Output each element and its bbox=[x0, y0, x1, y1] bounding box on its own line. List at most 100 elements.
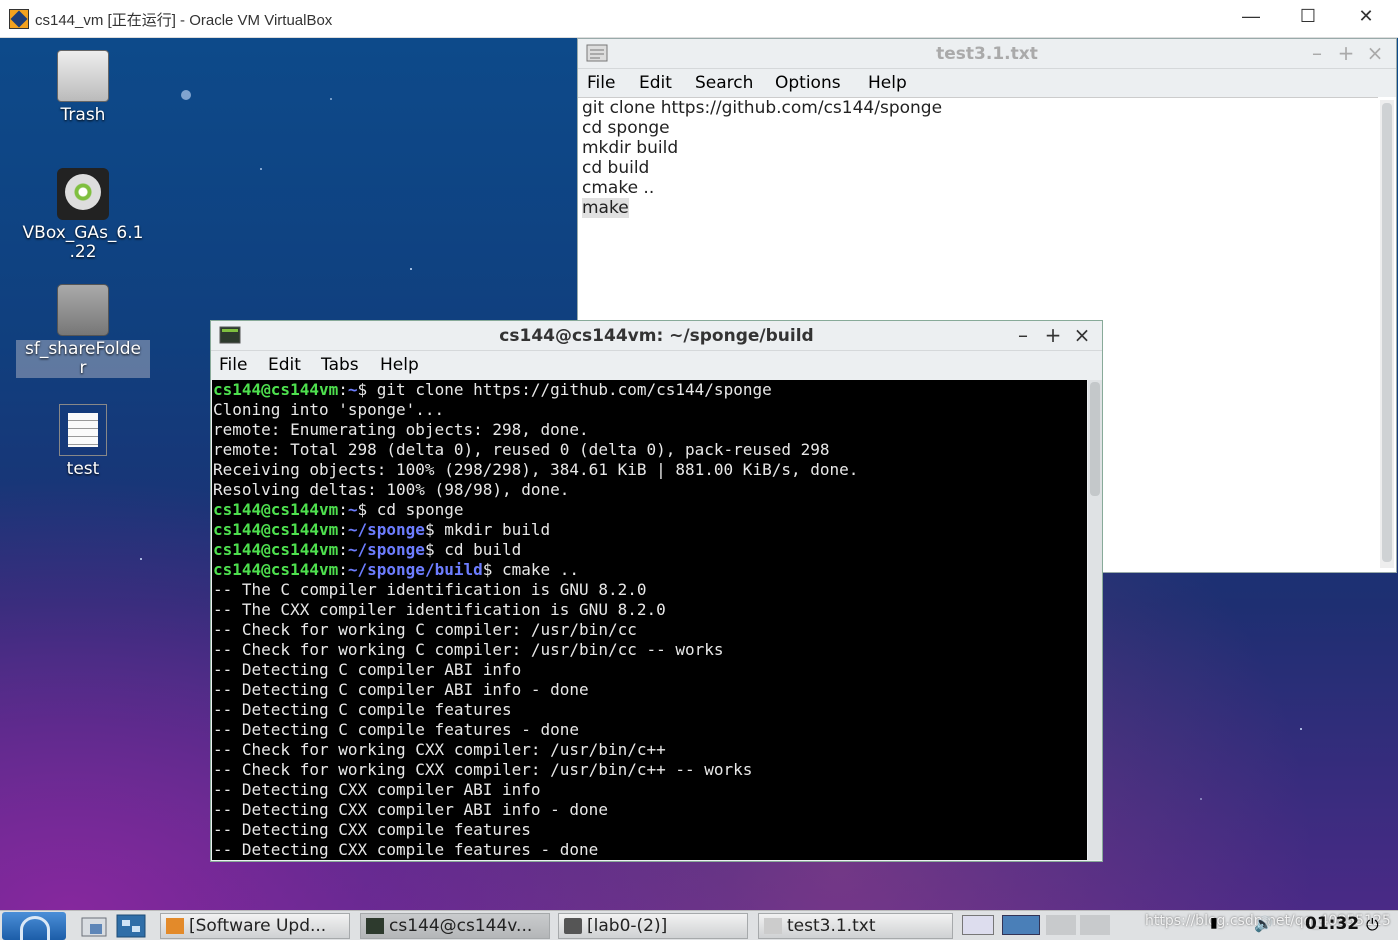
terminal-line: -- Detecting CXX compile features - done bbox=[213, 840, 599, 859]
taskbar-clock[interactable]: 01:32 bbox=[1305, 914, 1359, 934]
leafpad-scrollbar[interactable] bbox=[1380, 100, 1394, 568]
power-icon[interactable]: ⏻ bbox=[1366, 915, 1388, 935]
leafpad-title: test3.1.txt bbox=[936, 44, 1038, 64]
prompt-path: ~/sponge bbox=[347, 520, 425, 539]
terminal-line: -- The CXX compiler identification is GN… bbox=[213, 600, 666, 619]
terminal-line: Cloning into 'sponge'... bbox=[213, 400, 445, 419]
terminal-menu-help[interactable]: Help bbox=[380, 355, 419, 375]
desktop-icon-trash[interactable]: Trash bbox=[16, 50, 150, 125]
network-icon[interactable] bbox=[116, 914, 146, 938]
text-file-icon bbox=[59, 404, 107, 456]
prompt-user: cs144@cs144vm bbox=[213, 380, 339, 399]
terminal-line: -- Detecting C compiler ABI info bbox=[213, 660, 522, 679]
software-update-icon bbox=[166, 918, 184, 934]
host-maximize-button[interactable]: ☐ bbox=[1279, 6, 1337, 32]
prompt-command: $ cmake .. bbox=[482, 560, 580, 579]
terminal-line: cs144@cs144vm:~$ git clone https://githu… bbox=[213, 380, 772, 399]
taskbar-task-test3-txt[interactable]: test3.1.txt bbox=[758, 913, 953, 939]
virtualbox-logo-icon bbox=[9, 9, 29, 29]
terminal-menubar: File Edit Tabs Help bbox=[211, 351, 1102, 379]
leafpad-close-button[interactable]: × bbox=[1362, 41, 1388, 65]
terminal-output[interactable]: cs144@cs144vm:~$ git clone https://githu… bbox=[212, 380, 1087, 860]
terminal-titlebar[interactable]: cs144@cs144vm: ~/sponge/build – + × bbox=[211, 321, 1102, 351]
prompt-path: ~ bbox=[347, 500, 358, 519]
terminal-icon bbox=[366, 918, 384, 934]
desktop-icon-test[interactable]: test bbox=[16, 404, 150, 479]
prompt-command: $ cd sponge bbox=[357, 500, 464, 519]
terminal-line: remote: Total 298 (delta 0), reused 0 (d… bbox=[213, 440, 830, 459]
host-window-title: cs144_vm [正在运行] - Oracle VM VirtualBox bbox=[35, 12, 333, 29]
terminal-window: cs144@cs144vm: ~/sponge/build – + × File… bbox=[210, 320, 1103, 862]
battery-icon[interactable]: ▮ bbox=[1210, 915, 1230, 935]
workspace-4-icon[interactable] bbox=[1080, 915, 1110, 935]
leafpad-menu-search[interactable]: Search bbox=[695, 73, 753, 93]
terminal-menu-edit[interactable]: Edit bbox=[268, 355, 301, 375]
terminal-line: -- Check for working CXX compiler: /usr/… bbox=[213, 760, 753, 779]
cdrom-icon bbox=[57, 168, 109, 220]
terminal-line: remote: Enumerating objects: 298, done. bbox=[213, 420, 589, 439]
prompt-user: cs144@cs144vm bbox=[213, 560, 339, 579]
guest-desktop: Trash VBox_GAs_6.1 .22 sf_shareFolde r t… bbox=[0, 38, 1398, 910]
terminal-line: -- Check for working CXX compiler: /usr/… bbox=[213, 740, 666, 759]
taskbar-task-terminal[interactable]: cs144@cs144v... bbox=[360, 913, 550, 939]
text-line: cmake .. bbox=[582, 178, 655, 198]
prompt-user: cs144@cs144vm bbox=[213, 500, 339, 519]
prompt-path: ~ bbox=[347, 380, 358, 399]
terminal-line: Receiving objects: 100% (298/298), 384.6… bbox=[213, 460, 859, 479]
leafpad-maximize-button[interactable]: + bbox=[1333, 41, 1359, 65]
leafpad-menu-file[interactable]: File bbox=[587, 73, 615, 93]
terminal-line: -- Detecting CXX compiler ABI info bbox=[213, 780, 541, 799]
text-line: git clone https://github.com/cs144/spong… bbox=[582, 98, 943, 118]
terminal-line: cs144@cs144vm:~/sponge$ cd build bbox=[213, 540, 522, 559]
taskbar: [Software Upd... cs144@cs144v... [lab0-(… bbox=[0, 910, 1398, 940]
prompt-user: cs144@cs144vm bbox=[213, 520, 339, 539]
terminal-line: -- Detecting C compile features bbox=[213, 700, 512, 719]
terminal-close-button[interactable]: × bbox=[1069, 323, 1095, 347]
leafpad-menubar: File Edit Search Options Help bbox=[578, 69, 1396, 97]
leafpad-minimize-button[interactable]: – bbox=[1304, 41, 1330, 65]
desktop-icon-sf-sharefolder[interactable]: sf_shareFolde r bbox=[16, 284, 150, 378]
text-line: cd sponge bbox=[582, 118, 670, 138]
terminal-scrollbar[interactable] bbox=[1088, 380, 1102, 860]
folder-icon bbox=[564, 918, 582, 934]
workspace-3-icon[interactable] bbox=[1046, 915, 1076, 935]
notepad-icon bbox=[764, 918, 782, 934]
prompt-command: $ mkdir build bbox=[424, 520, 551, 539]
terminal-menu-file[interactable]: File bbox=[219, 355, 247, 375]
terminal-line: -- Check for working C compiler: /usr/bi… bbox=[213, 620, 637, 639]
file-manager-icon[interactable] bbox=[80, 914, 110, 938]
terminal-line: -- Detecting C compiler ABI info - done bbox=[213, 680, 589, 699]
leafpad-menu-options[interactable]: Options bbox=[775, 73, 841, 93]
terminal-maximize-button[interactable]: + bbox=[1040, 323, 1066, 347]
host-minimize-button[interactable]: — bbox=[1222, 6, 1280, 32]
leafpad-menu-edit[interactable]: Edit bbox=[639, 73, 672, 93]
workspace-1-icon[interactable] bbox=[962, 915, 994, 935]
terminal-line: Resolving deltas: 100% (98/98), done. bbox=[213, 480, 570, 499]
harddisk-icon bbox=[57, 284, 109, 336]
prompt-command: $ git clone https://github.com/cs144/spo… bbox=[357, 380, 772, 399]
terminal-line: -- Detecting CXX compile features bbox=[213, 820, 531, 839]
prompt-path: ~/sponge/build bbox=[347, 560, 483, 579]
start-menu-icon[interactable] bbox=[2, 912, 66, 940]
volume-icon[interactable]: 🔊 bbox=[1254, 915, 1280, 935]
leafpad-menu-help[interactable]: Help bbox=[868, 73, 907, 93]
terminal-line: -- Detecting C compile features - done bbox=[213, 720, 580, 739]
leafpad-titlebar[interactable]: test3.1.txt – + × bbox=[578, 39, 1396, 69]
prompt-user: cs144@cs144vm bbox=[213, 540, 339, 559]
terminal-line: cs144@cs144vm:~/sponge/build$ cmake .. bbox=[213, 560, 580, 579]
terminal-menu-tabs[interactable]: Tabs bbox=[321, 355, 359, 375]
terminal-title: cs144@cs144vm: ~/sponge/build bbox=[499, 326, 814, 346]
taskbar-task-software-update[interactable]: [Software Upd... bbox=[160, 913, 350, 939]
workspace-2-icon[interactable] bbox=[1002, 915, 1040, 935]
terminal-line: cs144@cs144vm:~$ cd sponge bbox=[213, 500, 464, 519]
taskbar-task-lab0[interactable]: [lab0-(2)] bbox=[558, 913, 748, 939]
text-line: cd build bbox=[582, 158, 650, 178]
terminal-minimize-button[interactable]: – bbox=[1010, 323, 1036, 347]
prompt-path: ~/sponge bbox=[347, 540, 425, 559]
desktop-icon-vbox-gas[interactable]: VBox_GAs_6.1 .22 bbox=[16, 168, 150, 262]
text-line-selected: make bbox=[582, 198, 629, 218]
text-line: mkdir build bbox=[582, 138, 679, 158]
host-close-button[interactable]: ✕ bbox=[1337, 6, 1395, 32]
trash-icon bbox=[57, 50, 109, 102]
terminal-line: -- The C compiler identification is GNU … bbox=[213, 580, 647, 599]
